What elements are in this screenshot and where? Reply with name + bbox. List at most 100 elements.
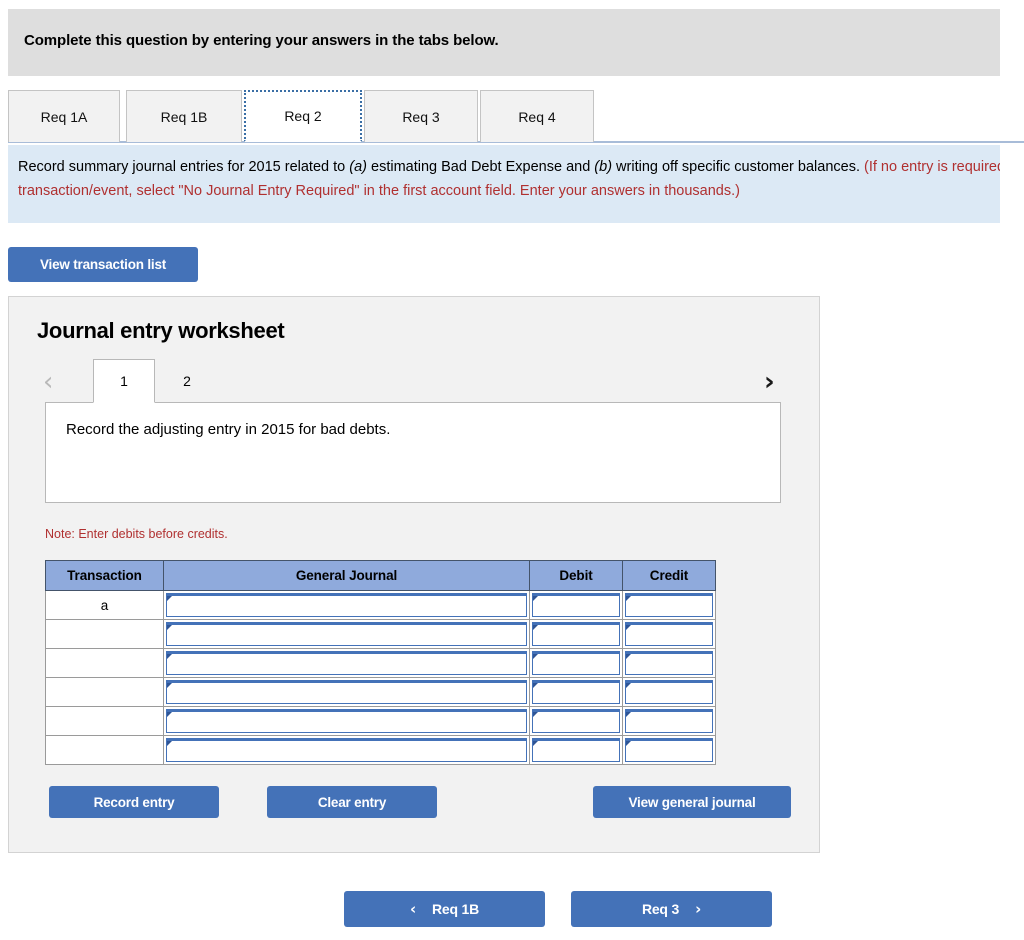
tab-req-2[interactable]: Req 2: [244, 90, 362, 142]
next-requirement-button[interactable]: Req 3 ›: [571, 891, 772, 927]
record-entry-button[interactable]: Record entry: [49, 786, 219, 818]
credit-input-field[interactable]: [625, 680, 713, 704]
debit-cell[interactable]: [529, 706, 623, 736]
table-row: [45, 619, 716, 649]
instruction-banner-text: Complete this question by entering your …: [24, 32, 499, 49]
tab-req-1b[interactable]: Req 1B: [126, 90, 242, 142]
table-row: [45, 648, 716, 678]
column-header-credit: Credit: [622, 560, 716, 591]
prev-requirement-button[interactable]: ‹ Req 1B: [344, 891, 545, 927]
requirement-part-b: (b): [594, 159, 613, 175]
debit-input-field[interactable]: [532, 709, 620, 733]
general-journal-cell[interactable]: [163, 648, 530, 678]
worksheet-pager: ‹ 1 2 ›: [9, 359, 819, 403]
chevron-left-icon[interactable]: ‹: [43, 369, 53, 395]
requirement-description-text: Record summary journal entries for 2015 …: [18, 155, 1000, 203]
worksheet-page-tab-2-label: 2: [183, 373, 191, 389]
general-journal-cell[interactable]: [163, 735, 530, 765]
transaction-cell: [45, 677, 164, 707]
column-header-transaction: Transaction: [45, 560, 164, 591]
transaction-cell: a: [45, 590, 164, 620]
debit-input-field[interactable]: [532, 622, 620, 646]
tab-req-4-label: Req 4: [518, 108, 556, 125]
debit-input-field[interactable]: [532, 738, 620, 762]
worksheet-page-tab-2[interactable]: 2: [159, 359, 215, 403]
account-select-field[interactable]: [166, 593, 527, 617]
credit-cell[interactable]: [622, 735, 716, 765]
view-general-journal-button[interactable]: View general journal: [593, 786, 791, 818]
credit-input-field[interactable]: [625, 622, 713, 646]
journal-table-header-row: Transaction General Journal Debit Credit: [45, 560, 716, 591]
debit-cell[interactable]: [529, 590, 623, 620]
worksheet-title: Journal entry worksheet: [37, 318, 285, 343]
tab-req-3-label: Req 3: [402, 108, 440, 125]
transaction-cell: [45, 619, 164, 649]
transaction-cell: [45, 706, 164, 736]
tab-req-2-label: Req 2: [284, 108, 322, 124]
tab-req-1a-label: Req 1A: [40, 108, 88, 125]
account-select-field[interactable]: [166, 738, 527, 762]
tab-req-4[interactable]: Req 4: [480, 90, 594, 142]
requirement-lead-2: estimating Bad Debt Expense and: [366, 159, 595, 175]
tab-req-1a[interactable]: Req 1A: [8, 90, 120, 142]
credit-input-field[interactable]: [625, 651, 713, 675]
debit-input-field[interactable]: [532, 651, 620, 675]
account-select-field[interactable]: [166, 709, 527, 733]
account-select-field[interactable]: [166, 680, 527, 704]
credit-input-field[interactable]: [625, 738, 713, 762]
debit-input-field[interactable]: [532, 680, 620, 704]
credit-cell[interactable]: [622, 648, 716, 678]
requirement-description-panel: Record summary journal entries for 2015 …: [8, 145, 1000, 223]
journal-entry-table: Transaction General Journal Debit Credit…: [45, 560, 716, 765]
chevron-right-icon: ›: [695, 900, 702, 918]
transaction-cell: [45, 735, 164, 765]
tab-req-3[interactable]: Req 3: [364, 90, 478, 142]
worksheet-page-tab-1-label: 1: [120, 373, 128, 389]
record-entry-label: Record entry: [93, 794, 175, 810]
chevron-left-icon: ‹: [409, 900, 416, 918]
worksheet-page-tab-1[interactable]: 1: [93, 359, 155, 403]
table-row: [45, 677, 716, 707]
general-journal-cell[interactable]: [163, 677, 530, 707]
journal-entry-worksheet-panel: Journal entry worksheet ‹ 1 2 › Record t…: [8, 296, 820, 853]
prev-requirement-label: Req 1B: [431, 901, 480, 917]
general-journal-cell[interactable]: [163, 590, 530, 620]
requirement-lead-3: writing off specific customer balances.: [612, 159, 865, 175]
credit-cell[interactable]: [622, 619, 716, 649]
account-select-field[interactable]: [166, 622, 527, 646]
column-header-general-journal: General Journal: [163, 560, 530, 591]
worksheet-prompt-text: Record the adjusting entry in 2015 for b…: [66, 421, 391, 438]
debit-cell[interactable]: [529, 648, 623, 678]
column-header-debit: Debit: [529, 560, 623, 591]
debit-cell[interactable]: [529, 677, 623, 707]
next-requirement-label: Req 3: [641, 901, 680, 917]
account-select-field[interactable]: [166, 651, 527, 675]
general-journal-cell[interactable]: [163, 706, 530, 736]
credit-cell[interactable]: [622, 590, 716, 620]
view-transaction-list-button[interactable]: View transaction list: [8, 247, 198, 282]
chevron-right-icon[interactable]: ›: [764, 369, 775, 395]
transaction-cell: [45, 648, 164, 678]
view-transaction-list-label: View transaction list: [39, 257, 167, 272]
requirement-lead-1: Record summary journal entries for 2015 …: [18, 159, 350, 175]
table-row: [45, 735, 716, 765]
debit-cell[interactable]: [529, 735, 623, 765]
instruction-banner: Complete this question by entering your …: [8, 9, 1000, 76]
credit-cell[interactable]: [622, 677, 716, 707]
requirement-part-a: (a): [349, 159, 367, 175]
debit-input-field[interactable]: [532, 593, 620, 617]
clear-entry-button[interactable]: Clear entry: [267, 786, 437, 818]
table-row: a: [45, 590, 716, 620]
credit-input-field[interactable]: [625, 593, 713, 617]
table-row: [45, 706, 716, 736]
requirement-tabs: Req 1A Req 1B Req 2 Req 3 Req 4: [8, 90, 1024, 143]
debit-cell[interactable]: [529, 619, 623, 649]
tab-req-1b-label: Req 1B: [160, 108, 208, 125]
view-general-journal-label: View general journal: [628, 794, 756, 810]
general-journal-cell[interactable]: [163, 619, 530, 649]
credit-input-field[interactable]: [625, 709, 713, 733]
credit-cell[interactable]: [622, 706, 716, 736]
worksheet-prompt-box: Record the adjusting entry in 2015 for b…: [45, 402, 781, 503]
debits-before-credits-note: Note: Enter debits before credits.: [45, 527, 228, 541]
clear-entry-label: Clear entry: [317, 794, 387, 810]
